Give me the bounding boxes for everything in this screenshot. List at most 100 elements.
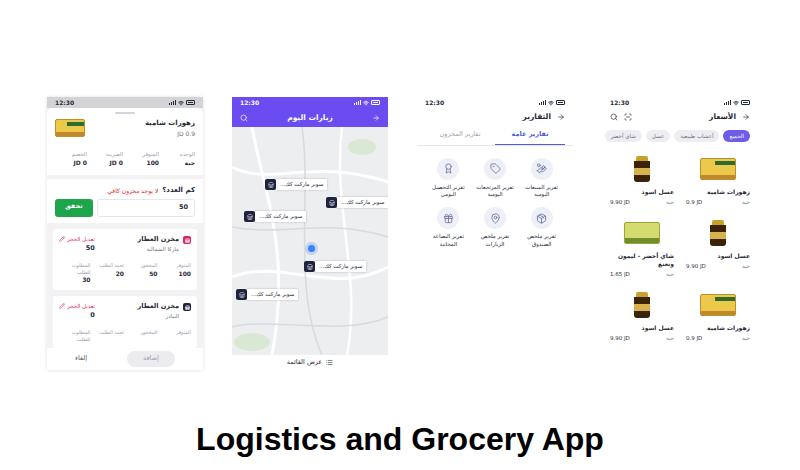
store-pin[interactable]: سوبر ماركت كك...	[236, 289, 298, 300]
category-chip[interactable]: شاي أخضر	[605, 130, 642, 142]
product-price: 9.90 JD	[686, 262, 706, 270]
product-card[interactable]: زهورات شاميةحبة0.9 JD	[686, 154, 750, 206]
tab[interactable]: تقارير المخزون	[425, 126, 495, 145]
signal-icon	[724, 100, 731, 105]
status-icons	[354, 100, 380, 106]
visits-map-screen: 12:30زيارات اليومسوبر ماركت كك...سوبر ما…	[232, 97, 388, 370]
add-button[interactable]: إضافة	[127, 351, 175, 367]
current-location-dot	[308, 245, 315, 252]
tea-box-image	[624, 222, 660, 244]
pin-label: سوبر ماركت كك...	[337, 197, 388, 207]
store-pin[interactable]: سوبر ماركت كك...	[326, 197, 388, 208]
store-pin[interactable]: سوبر ماركت كك...	[304, 261, 366, 272]
product-card[interactable]: عسل اسودحبة9.90 JD	[686, 218, 750, 278]
stat: الوحدةحبة	[163, 150, 195, 167]
category-chip[interactable]: الجميع	[723, 130, 750, 142]
stat: تحت الطلب	[93, 329, 125, 342]
map[interactable]: سوبر ماركت كك... سوبر ماركت كك... سوبر مار…	[232, 127, 388, 355]
warehouse-stats: المتوفرالمحجوزتحت الطلبالمطلوب للطلب	[59, 329, 191, 342]
product-price: 0.9 JD	[93, 129, 195, 138]
report-item[interactable]: تقرير البضاعة المجانية	[425, 207, 472, 248]
tab[interactable]: تقارير عامة	[495, 126, 565, 145]
search-icon[interactable]	[240, 114, 248, 122]
status-bar: 12:30	[417, 97, 573, 108]
top-bar: الأسعار	[602, 108, 758, 126]
report-item[interactable]: تقرير ملخص الصندوق	[518, 207, 565, 248]
pin-label: سوبر ماركت كك...	[247, 289, 298, 299]
wifi-icon	[733, 100, 739, 106]
stat: المطلوب للطلب30	[59, 262, 91, 284]
check-button[interactable]: تحقق	[55, 199, 93, 217]
gift-icon	[437, 207, 459, 229]
report-tabs: تقارير عامةتقارير المخزون	[417, 126, 573, 146]
pin-label: سوبر ماركت كك...	[255, 211, 306, 221]
report-grid: تقرير المبيعات اليوميةتقرير المرتجعات ال…	[417, 146, 573, 249]
edit-reservation-button[interactable]: تعديل الحجز	[59, 302, 95, 310]
store-icon	[244, 211, 255, 222]
wifi-icon	[363, 100, 369, 106]
product-unit: حبة	[742, 198, 750, 206]
warehouse-card[interactable]: مخزن العطارالبيادرتعديل الحجز0المتوفرالم…	[53, 296, 197, 348]
warehouse-area: ماركا الشمالية	[138, 245, 179, 253]
search-icon[interactable]	[610, 113, 618, 121]
edit-reservation-button[interactable]: تعديل الحجز	[59, 235, 95, 243]
pencil-icon	[59, 236, 65, 242]
store-pin[interactable]: سوبر ماركت كك...	[244, 211, 306, 222]
screen-title: الأسعار	[709, 111, 736, 122]
list-view-button[interactable]: عرض القائمة	[232, 355, 388, 370]
signal-icon	[539, 100, 546, 105]
reserved-value: 0	[90, 311, 95, 321]
status-bar: 12:30	[232, 97, 388, 108]
reports-screen: 12:30التقاريرتقارير عامةتقارير المخزونتق…	[417, 97, 573, 265]
box-icon	[531, 207, 553, 229]
store-pin[interactable]: سوبر ماركت كك...	[265, 179, 327, 190]
herbal-box-image	[700, 294, 736, 316]
product-name: زهورات شامية	[686, 324, 750, 332]
status-bar: 12:30	[47, 97, 203, 108]
store-icon	[236, 289, 247, 300]
back-arrow-icon[interactable]	[557, 113, 565, 121]
screen-title: زيارات اليوم	[256, 112, 364, 123]
honey-jar-image	[634, 156, 650, 182]
warehouse-list: مخزن العطارماركا الشماليةتعديل الحجز50ال…	[47, 223, 203, 348]
product-card[interactable]: عسل اسودحبة9.90 JD	[610, 290, 674, 342]
report-item[interactable]: تقرير المرتجعات اليومية	[472, 158, 519, 199]
product-name: زهورات شامية	[686, 188, 750, 196]
back-arrow-icon[interactable]	[742, 113, 750, 121]
product-name: عسل اسود	[610, 188, 674, 196]
pencil-icon	[59, 303, 65, 309]
status-icons	[724, 100, 750, 106]
report-item[interactable]: تقرير التحصيل اليومي	[425, 158, 472, 199]
product-name: عسل اسود	[686, 252, 750, 260]
product-card[interactable]: عسل اسودحبة9.90 JD	[610, 154, 674, 206]
report-item[interactable]: تقرير المبيعات اليومية	[518, 158, 565, 199]
scan-icon[interactable]	[624, 113, 632, 121]
category-chip[interactable]: أعشاب طبيعية	[674, 130, 719, 142]
list-icon	[326, 359, 333, 366]
category-chip[interactable]: عسل	[646, 130, 670, 142]
back-arrow-icon[interactable]	[372, 114, 380, 122]
sheet-handle[interactable]	[115, 112, 135, 114]
badge-icon	[437, 158, 459, 180]
quantity-input[interactable]: 50	[97, 199, 195, 217]
stat: المحجوز	[126, 329, 158, 342]
pin-label: سوبر ماركت كك...	[315, 261, 366, 271]
product-grid: زهورات شاميةحبة0.9 JDعسل اسودحبة9.90 JDع…	[602, 146, 758, 342]
battery-icon	[556, 100, 565, 105]
product-card[interactable]: زهورات شاميةحبة0.9 JD	[686, 290, 750, 342]
page: 12:30زهورات شامية0.9 JDالوحدةحبةالمتوفر1…	[0, 0, 800, 470]
screens-row: 12:30زهورات شامية0.9 JDالوحدةحبةالمتوفر1…	[0, 0, 800, 370]
honey-jar-image	[634, 292, 650, 318]
cancel-button[interactable]: إلغاء	[75, 354, 87, 364]
product-card[interactable]: شاي أخضر - ليمون ونعنعحبة1.65 JD	[610, 218, 674, 278]
warehouse-card[interactable]: مخزن العطارماركا الشماليةتعديل الحجز50ال…	[53, 229, 197, 290]
stat: المتوفر	[160, 329, 192, 342]
product-stats: الوحدةحبةالمتوفر100الضريبة0 JDالخصم0 JD	[55, 150, 195, 167]
report-item[interactable]: تقرير ملخص الزيارات	[472, 207, 519, 248]
wifi-icon	[548, 100, 554, 106]
product-unit: حبة	[666, 270, 674, 278]
reserved-value: 50	[86, 244, 95, 254]
pin-label: سوبر ماركت كك...	[276, 179, 327, 189]
status-time: 12:30	[425, 98, 444, 107]
product-name: عسل اسود	[610, 324, 674, 332]
